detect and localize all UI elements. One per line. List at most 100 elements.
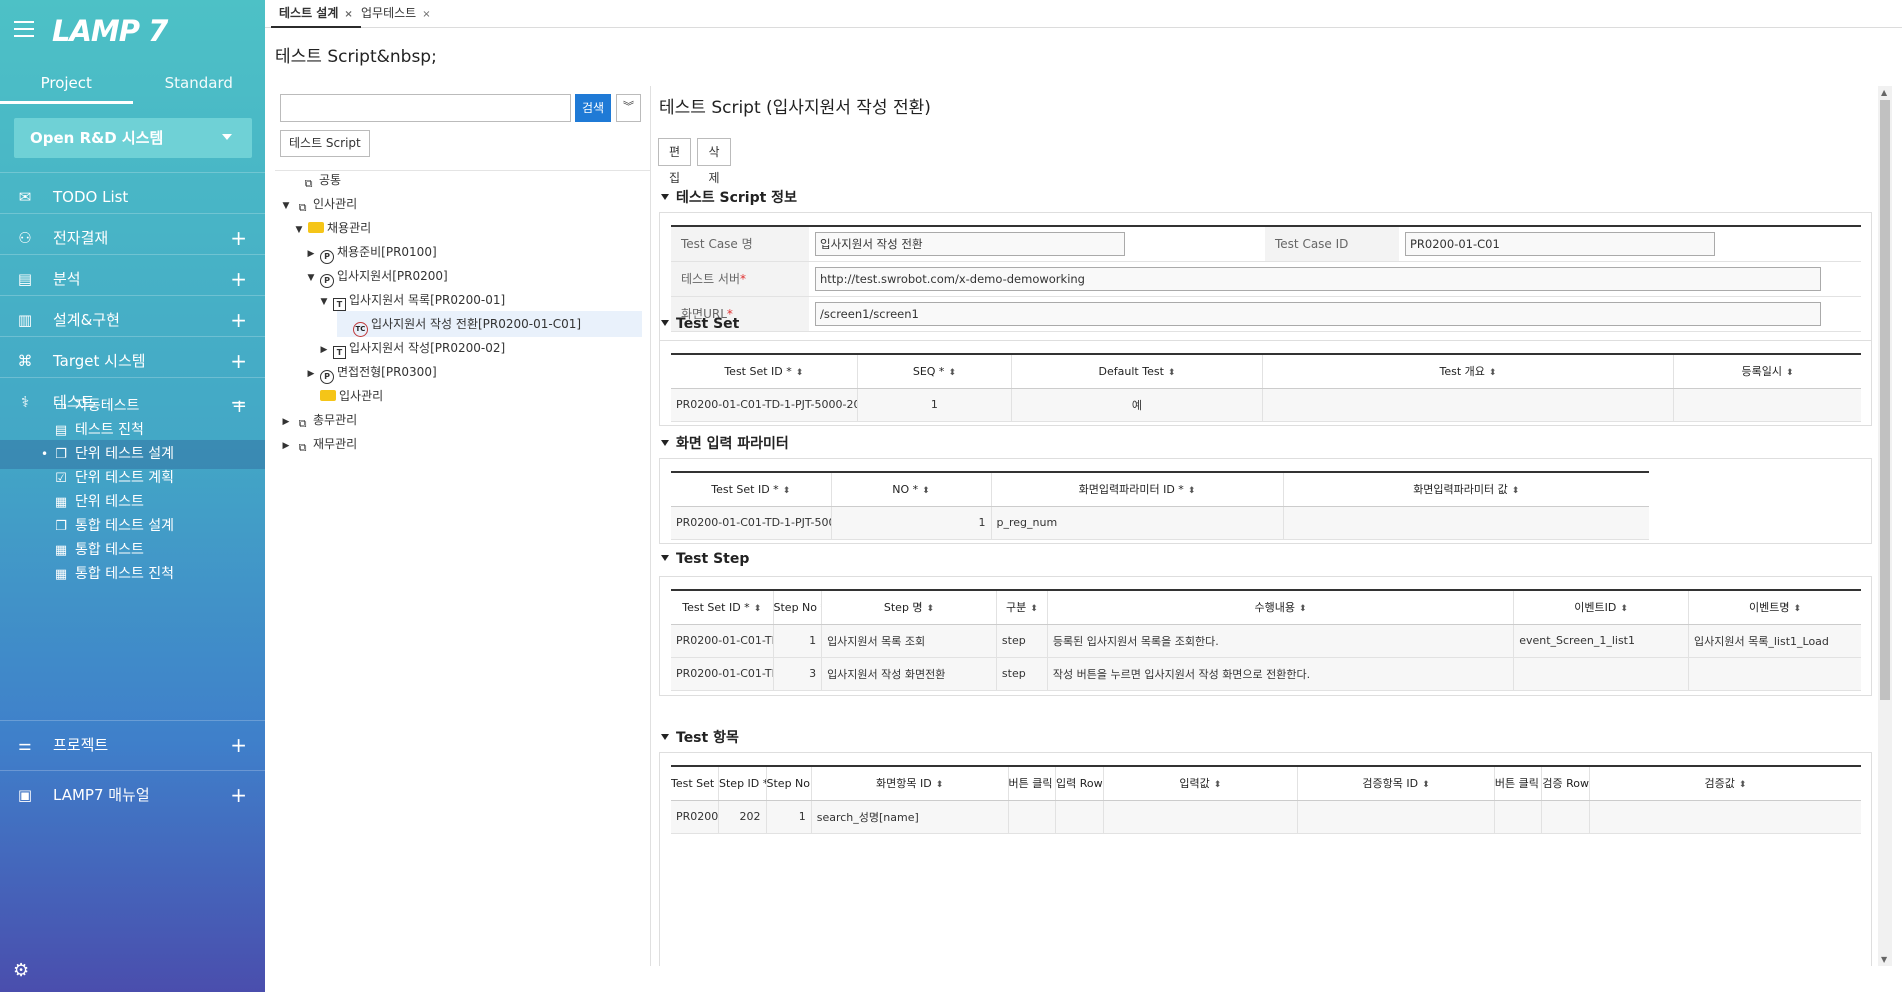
section-test-items[interactable]: Test 항목 xyxy=(661,727,739,747)
table-cell[interactable]: 입사지원서 작성 화면전환 xyxy=(821,657,997,691)
table-cell[interactable] xyxy=(1494,800,1543,834)
tree-node[interactable]: ▶ P 면접전형[PR0300] xyxy=(304,359,642,385)
column-header[interactable]: 버튼 클릭⬍ xyxy=(1494,765,1543,801)
sort-icon[interactable]: ⬍ xyxy=(754,604,762,614)
table-cell[interactable] xyxy=(1688,657,1861,691)
column-header[interactable]: 검증항목 ID ⬍ xyxy=(1297,765,1495,801)
table-row[interactable]: PR0200-01-C01-TD-13입사지원서 작성 화면전환step작성 버… xyxy=(671,657,1861,691)
tree-node[interactable]: ▶ ⧉ 재무관리 xyxy=(279,431,642,457)
sort-icon[interactable]: ⬍ xyxy=(1489,368,1497,378)
table-cell[interactable]: event_Screen_1_list1 xyxy=(1513,624,1690,658)
menu-item-b1[interactable]: ▣ LAMP7 매뉴얼 + xyxy=(0,770,265,819)
table-cell[interactable] xyxy=(1055,800,1104,834)
caret-down-icon[interactable]: ▼ xyxy=(304,265,318,291)
column-header[interactable]: SEQ * ⬍ xyxy=(857,353,1013,389)
caret-down-icon[interactable]: ▼ xyxy=(317,289,331,315)
table-cell[interactable]: 등록된 입사지원서 목록을 조회한다. xyxy=(1047,624,1515,658)
menu-item-b0[interactable]: ⚌ 프로젝트 + xyxy=(0,720,265,769)
table-cell[interactable]: PR0200- xyxy=(671,800,719,834)
sort-icon[interactable]: ⬍ xyxy=(1422,780,1430,790)
tab-project[interactable]: Project xyxy=(0,66,133,104)
table-cell[interactable] xyxy=(1283,506,1649,540)
table-cell[interactable] xyxy=(1513,657,1690,691)
sort-icon[interactable]: ⬍ xyxy=(783,486,791,496)
column-header[interactable]: Test 개요 ⬍ xyxy=(1262,353,1675,389)
table-cell[interactable]: PR0200-01-C01-TD-1 xyxy=(671,657,774,691)
column-header[interactable]: Default Test ⬍ xyxy=(1011,353,1263,389)
tree-node[interactable]: ▼ P 입사지원서[PR0200] xyxy=(304,263,642,289)
column-header[interactable]: 입력 Row⬍ xyxy=(1055,765,1104,801)
sort-icon[interactable]: ⬍ xyxy=(948,368,956,378)
test-case-name-field[interactable]: 입사지원서 작성 전환 xyxy=(815,231,1125,256)
table-cell[interactable] xyxy=(1589,800,1861,834)
tab-test-design[interactable]: 테스트 설계 × xyxy=(271,0,361,28)
expand-icon[interactable]: + xyxy=(230,721,247,770)
tree-node[interactable]: ▶ P 채용준비[PR0100] xyxy=(304,239,642,265)
table-row[interactable]: PR0200-01-C01-TD-1-PJT-5000-201p_reg_num xyxy=(671,506,1649,540)
tab-business-test[interactable]: 업무테스트 × xyxy=(353,0,439,28)
vertical-scrollbar[interactable]: ▲ ▼ xyxy=(1878,86,1892,966)
table-cell[interactable]: p_reg_num xyxy=(991,506,1284,540)
tree-node[interactable]: ▶ ⧉ 총무관리 xyxy=(279,407,642,433)
scroll-up-icon[interactable]: ▲ xyxy=(1881,88,1887,97)
test-case-id-field[interactable]: PR0200-01-C01 xyxy=(1405,231,1715,256)
tree-node[interactable]: ▼ 채용관리 xyxy=(292,215,642,241)
tree-search-input[interactable] xyxy=(280,94,571,122)
scrollbar-thumb[interactable] xyxy=(1880,100,1890,700)
column-header[interactable]: 이벤트명 ⬍ xyxy=(1688,589,1861,625)
sort-icon[interactable]: ⬍ xyxy=(1299,604,1307,614)
table-cell[interactable]: PR0200-01-C01-TD-1-PJT-5000-20 xyxy=(671,506,832,540)
column-header[interactable]: Test Set ID * ⬍ xyxy=(671,353,858,389)
table-cell[interactable]: 3 xyxy=(773,657,823,691)
test-script-button[interactable]: 테스트 Script xyxy=(280,130,370,157)
scroll-down-icon[interactable]: ▼ xyxy=(1881,955,1887,964)
section-test-set[interactable]: Test Set xyxy=(661,316,739,332)
sort-icon[interactable]: ⬍ xyxy=(796,368,804,378)
column-header[interactable]: Test Set ID * ⬍ xyxy=(671,589,774,625)
column-header[interactable]: Step 명 ⬍ xyxy=(821,589,997,625)
table-cell[interactable]: 1 xyxy=(773,624,823,658)
submenu-item-7[interactable]: ▦ 통합 테스트 진척 xyxy=(0,560,265,589)
column-header[interactable]: 검증 Row⬍ xyxy=(1541,765,1590,801)
column-header[interactable]: NO * ⬍ xyxy=(831,471,992,507)
hamburger-menu-icon[interactable] xyxy=(14,18,34,37)
expand-icon[interactable]: + xyxy=(230,771,247,820)
column-header[interactable]: Step No⬍ xyxy=(766,765,812,801)
tree-node[interactable]: ⧉ 공통 xyxy=(285,167,642,193)
tree-node[interactable]: 입사관리 xyxy=(304,383,642,409)
project-select[interactable]: Open R&D 시스템 xyxy=(14,118,252,158)
table-cell[interactable] xyxy=(1262,388,1675,422)
table-cell[interactable] xyxy=(1297,800,1495,834)
test-server-field[interactable]: http://test.swrobot.com/x-demo-demoworki… xyxy=(815,266,1821,291)
tree-node[interactable]: ▼ T 입사지원서 목록[PR0200-01] xyxy=(317,287,642,313)
table-cell[interactable]: 1 xyxy=(831,506,992,540)
edit-button[interactable]: 편집 xyxy=(658,138,691,185)
column-header[interactable]: 입력값 ⬍ xyxy=(1103,765,1299,801)
sort-icon[interactable]: ⬍ xyxy=(1793,604,1801,614)
section-test-step[interactable]: Test Step xyxy=(661,551,749,567)
table-cell[interactable]: step xyxy=(996,624,1048,658)
table-cell[interactable]: step xyxy=(996,657,1048,691)
section-script-info[interactable]: 테스트 Script 정보 xyxy=(661,187,797,207)
column-header[interactable]: Step ID *⬍ xyxy=(718,765,767,801)
table-cell[interactable]: PR0200-01-C01-TD-1-PJT-5000-20 xyxy=(671,388,858,422)
sort-icon[interactable]: ⬍ xyxy=(1512,486,1520,496)
sort-icon[interactable]: ⬍ xyxy=(1786,368,1794,378)
table-row[interactable]: PR0200-01-C01-TD-11입사지원서 목록 조회step등록된 입사… xyxy=(671,624,1861,658)
column-header[interactable]: 버튼 클릭⬍ xyxy=(1008,765,1057,801)
column-header[interactable]: 화면항목 ID ⬍ xyxy=(811,765,1009,801)
tree-node[interactable]: ▼ ⧉ 인사관리 xyxy=(279,191,642,217)
table-cell[interactable] xyxy=(1008,800,1057,834)
table-cell[interactable] xyxy=(1103,800,1299,834)
gear-icon[interactable]: ⚙ xyxy=(13,960,29,981)
column-header[interactable]: 검증값 ⬍ xyxy=(1589,765,1861,801)
close-icon[interactable]: × xyxy=(422,9,430,20)
column-header[interactable]: 구분 ⬍ xyxy=(996,589,1048,625)
column-header[interactable]: 이벤트ID ⬍ xyxy=(1513,589,1690,625)
table-cell[interactable]: 1 xyxy=(857,388,1013,422)
panel-splitter[interactable] xyxy=(650,86,651,966)
column-header[interactable]: 화면입력파라미터 값 ⬍ xyxy=(1283,471,1649,507)
delete-button[interactable]: 삭제 xyxy=(697,138,731,185)
sort-icon[interactable]: ⬍ xyxy=(936,780,944,790)
sort-icon[interactable]: ⬍ xyxy=(1739,780,1747,790)
